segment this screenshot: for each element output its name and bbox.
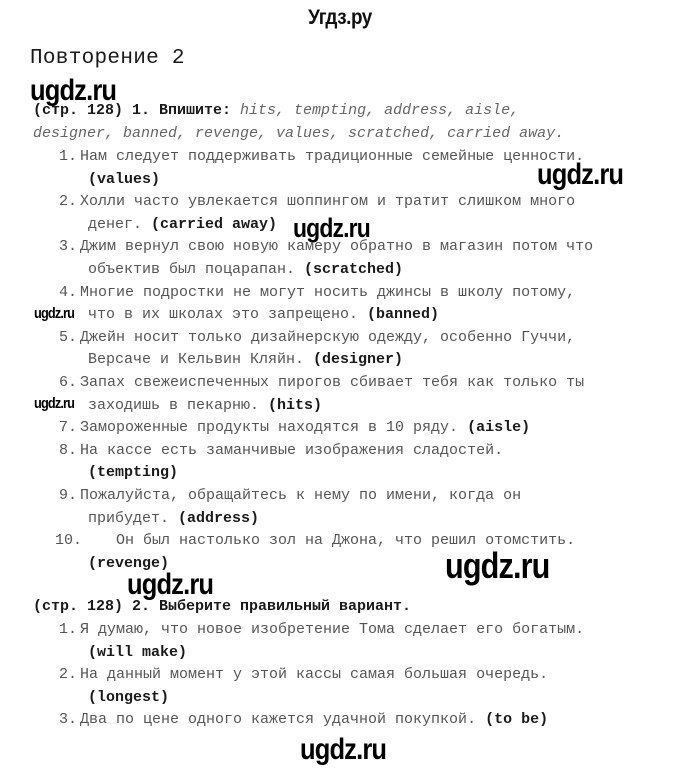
task2-label: (стр. 128) 2. Выберите правильный вариан… — [33, 598, 412, 615]
item-text: Холли часто увлекается шоппингом и трати… — [80, 193, 576, 211]
list-item-continuation: (values) — [88, 169, 160, 191]
list-item: 9. Пожалуйста, обращайтесь к нему по имен… — [55, 485, 521, 507]
list-item-continuation: (revenge) — [88, 553, 169, 575]
item-number: 3. — [58, 711, 77, 729]
item-number: 7. — [58, 419, 77, 437]
item-text: Два по цене одного кажется удачной покуп… — [80, 711, 486, 729]
list-item: 2. Холли часто увлекается шоппингом и тра… — [55, 191, 575, 213]
item-number: 8. — [58, 441, 77, 459]
item-text: Многие подростки не могут носить джинсы … — [80, 283, 576, 301]
watermark: ugdz.ru — [34, 395, 75, 412]
list-item: 4. Многие подростки не могут носить джинс… — [55, 282, 575, 304]
item-answer: (values) — [88, 170, 161, 188]
item-text: Джим вернул свою новую камеру обратно в … — [80, 238, 594, 256]
list-item: 8. На кассе есть заманчивые изображения с… — [55, 440, 503, 462]
item-text: Пожалуйста, обращайтесь к нему по имени,… — [80, 487, 522, 504]
item-text-cont: Версаче и Кельвин Кляйн. — [88, 351, 314, 369]
item-number: 1. — [58, 621, 77, 638]
list-item-continuation: (longest) — [88, 687, 169, 709]
watermark: ugdz.ru — [34, 305, 75, 322]
item-number: 4. — [58, 283, 77, 301]
list-item: 10. Он был настолько зол на Джона, что р… — [55, 530, 575, 552]
item-text: Нам следует поддерживать традиционные се… — [80, 148, 585, 165]
item-number: 9. — [58, 487, 77, 504]
item-number: 2. — [58, 666, 77, 684]
item-number: 10. — [55, 532, 83, 550]
list-item: 5. Джейн носит только дизайнерскую одежду… — [55, 327, 575, 349]
item-number: 6. — [58, 374, 77, 391]
item-text: Замороженные продукты находятся в 10 ряд… — [80, 419, 468, 437]
item-text: Он был настолько зол на Джона, что решил… — [80, 532, 576, 550]
list-item: 2. На данный момент у этой кассы самая бо… — [55, 664, 548, 686]
list-item-continuation: что в их школах это запрещено. (banned) — [88, 304, 439, 326]
item-answer: (carried away) — [151, 215, 278, 233]
item-answer: (hits) — [268, 396, 323, 414]
item-text: На кассе есть заманчивые изображения сла… — [80, 441, 504, 459]
list-item-continuation: (will make) — [88, 642, 187, 664]
list-item-continuation: Версаче и Кельвин Кляйн. (designer) — [88, 349, 403, 371]
list-item-continuation: заходишь в пекарню. (hits) — [88, 395, 322, 417]
item-text-cont: прибудет. — [88, 509, 179, 527]
list-item-continuation: объектив был поцарапан. (scratched) — [88, 259, 403, 281]
item-answer: (longest) — [88, 688, 170, 706]
task1-label: (стр. 128) 1. Впишите: — [33, 102, 232, 119]
list-item-continuation: денег. (carried away) — [88, 214, 277, 236]
list-item-continuation: прибудет. (address) — [88, 508, 259, 530]
item-number: 5. — [58, 328, 77, 346]
item-answer: (scratched) — [304, 261, 404, 278]
item-answer: (will make) — [88, 643, 188, 661]
list-item: 7. Замороженные продукты находятся в 10 р… — [55, 417, 530, 439]
task1-instruction: (стр. 128) 1. Впишите: hits, tempting, a… — [33, 100, 519, 122]
item-text: Джейн носит только дизайнерскую одежду, … — [80, 328, 576, 346]
task1-words-line2: designer, banned, revenge, values, scrat… — [33, 125, 565, 142]
list-item: 3. Джим вернул свою новую камеру обратно … — [55, 236, 593, 258]
item-answer: (designer) — [313, 351, 404, 369]
site-title: Угдз.ру — [308, 6, 372, 29]
item-number: 3. — [58, 238, 77, 256]
item-answer: (to be) — [485, 711, 549, 729]
item-number: 2. — [58, 193, 77, 211]
item-text: На данный момент у этой кассы самая боль… — [80, 666, 549, 684]
item-answer: (address) — [178, 509, 260, 527]
item-text-cont: что в их школах это запрещено. — [88, 306, 368, 324]
page-heading: Повторение 2 — [30, 47, 185, 70]
item-answer: (revenge) — [88, 554, 170, 572]
item-text: Запах свежеиспеченных пирогов сбивает те… — [80, 374, 585, 391]
item-text-cont: заходишь в пекарню. — [88, 396, 269, 414]
list-item: 6. Запах свежеиспеченных пирогов сбивает … — [55, 372, 584, 394]
list-item: 1. Я думаю, что новое изобретение Тома сд… — [55, 619, 584, 641]
item-text-cont: денег. — [88, 215, 152, 233]
item-answer: (tempting) — [88, 464, 179, 482]
item-text: Я думаю, что новое изобретение Тома сдел… — [80, 621, 585, 638]
watermark: ugdz.ru — [300, 733, 387, 766]
item-answer: (aisle) — [467, 419, 531, 437]
list-item: 1. Нам следует поддерживать традиционные … — [55, 146, 584, 168]
item-text-cont: объектив был поцарапан. — [88, 261, 305, 278]
task1-words-line1: hits, tempting, address, aisle, — [231, 102, 520, 119]
item-number: 1. — [58, 148, 77, 165]
list-item-continuation: (tempting) — [88, 462, 178, 484]
list-item: 3. Два по цене одного кажется удачной пок… — [55, 709, 548, 731]
item-answer: (banned) — [367, 306, 440, 324]
